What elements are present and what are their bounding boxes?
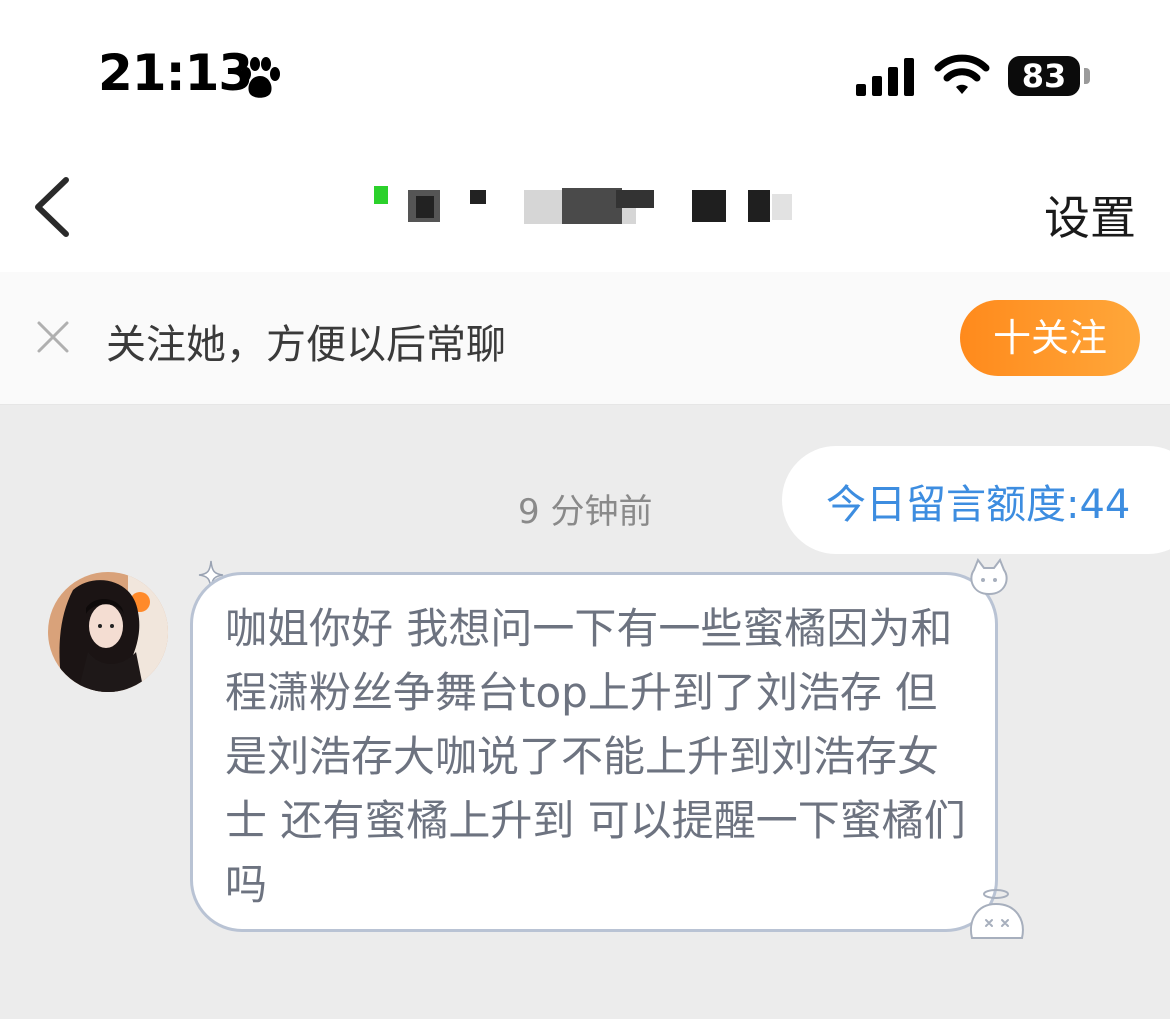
follow-banner: 关注她，方便以后常聊 十关注 xyxy=(0,272,1170,405)
message-bubble[interactable]: 咖姐你好 我想问一下有一些蜜橘因为和程潇粉丝争舞台top上升到了刘浩存 但是刘浩… xyxy=(190,572,998,932)
battery-cap xyxy=(1084,68,1090,84)
message-text: 咖姐你好 我想问一下有一些蜜橘因为和程潇粉丝争舞台top上升到了刘浩存 但是刘浩… xyxy=(225,604,966,909)
battery-level: 83 xyxy=(1021,57,1067,95)
follow-prompt-text: 关注她，方便以后常聊 xyxy=(106,322,506,368)
signal-icon xyxy=(856,58,914,96)
status-time: 21:13 xyxy=(98,44,253,102)
blurred-contact-name xyxy=(374,186,792,224)
settings-button[interactable]: 设置 xyxy=(1044,182,1136,248)
close-icon[interactable] xyxy=(36,320,70,354)
paw-icon xyxy=(241,57,280,98)
avatar[interactable] xyxy=(48,572,168,692)
nav-bar: 设置 xyxy=(0,140,1170,273)
follow-button[interactable]: 十关注 xyxy=(960,300,1140,376)
back-icon[interactable] xyxy=(30,176,74,238)
wifi-icon xyxy=(934,54,990,94)
cat-sticker-icon xyxy=(970,557,1008,596)
ghost-sticker-icon xyxy=(970,889,1024,939)
message-quota-pill: 今日留言额度:44 xyxy=(782,446,1170,554)
message-quota-text: 今日留言额度:44 xyxy=(826,482,1131,528)
status-bar: 21:13 83 xyxy=(0,0,1170,140)
battery-icon: 83 xyxy=(1008,56,1080,96)
message-timestamp: 9 分钟前 xyxy=(518,492,653,532)
